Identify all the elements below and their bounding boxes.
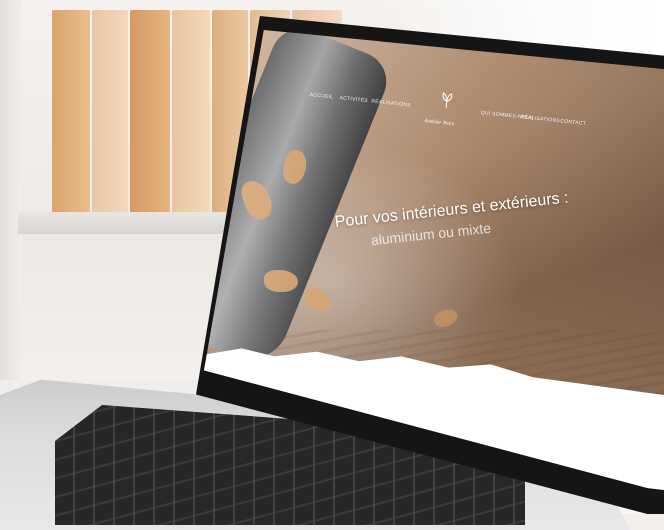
- bookshelf-side: [0, 0, 22, 380]
- leaf-logo-icon[interactable]: [439, 92, 455, 109]
- nav-item-contact[interactable]: Contact: [560, 118, 586, 127]
- site-logo-text[interactable]: Atelier Bois: [424, 118, 455, 127]
- book: [92, 10, 128, 215]
- book: [172, 10, 210, 215]
- book: [130, 10, 170, 215]
- book: [52, 10, 90, 215]
- nav-item-accueil[interactable]: Accueil: [309, 92, 333, 100]
